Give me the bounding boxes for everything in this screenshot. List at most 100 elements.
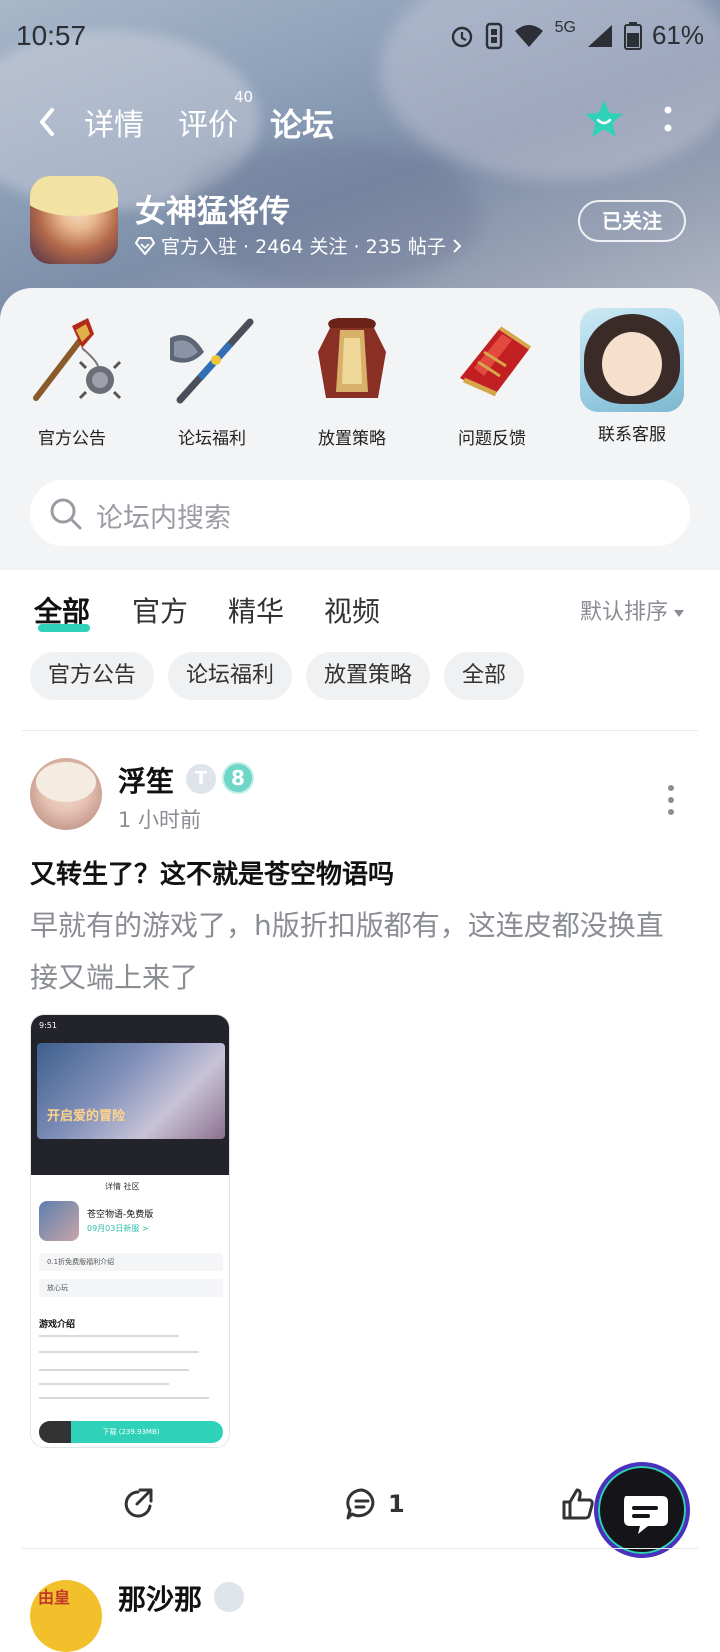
chat-bubble-icon bbox=[624, 1496, 668, 1534]
gauntlet-icon bbox=[460, 326, 532, 397]
share-button[interactable] bbox=[120, 1484, 156, 1524]
divider bbox=[22, 1548, 698, 1549]
screenshot-app-sub: 09月03日新服 > bbox=[87, 1224, 149, 1233]
wifi-icon bbox=[514, 24, 543, 47]
search-icon bbox=[50, 498, 82, 530]
topic-chips: 官方公告 论坛福利 放置策略 全部 bbox=[30, 652, 525, 700]
comment-button[interactable]: 1 bbox=[344, 1484, 405, 1524]
top-navigation: 详情 评价 40 论坛 bbox=[0, 88, 720, 152]
user-tier-badge bbox=[214, 1582, 244, 1612]
chat-fab-button[interactable] bbox=[594, 1462, 690, 1558]
category-feedback[interactable]: 问题反馈 bbox=[432, 308, 552, 449]
screenshot-app-icon bbox=[39, 1201, 79, 1241]
network-type: 5G bbox=[554, 18, 576, 36]
next-post-author[interactable]: 那沙那 bbox=[118, 1578, 202, 1618]
armor-icon bbox=[318, 318, 386, 398]
screenshot-text-line bbox=[39, 1351, 199, 1353]
post-more-icon[interactable] bbox=[664, 782, 678, 818]
verified-diamond-icon bbox=[135, 236, 155, 255]
forum-search-input[interactable]: 论坛内搜索 bbox=[30, 480, 690, 546]
author-avatar[interactable] bbox=[30, 758, 102, 830]
category-announcements[interactable]: 官方公告 bbox=[12, 308, 132, 449]
category-label: 放置策略 bbox=[318, 429, 386, 449]
screenshot-status-time: 9:51 bbox=[39, 1021, 57, 1030]
screenshot-section-title: 游戏介绍 bbox=[39, 1320, 76, 1330]
chip-welfare[interactable]: 论坛福利 bbox=[168, 652, 293, 700]
search-placeholder: 论坛内搜索 bbox=[96, 503, 231, 534]
character-avatar bbox=[580, 308, 684, 412]
screenshot-text-line bbox=[39, 1335, 179, 1337]
tab-details[interactable]: 详情 bbox=[84, 100, 144, 144]
screenshot-banner: 开启爱的冒险 bbox=[37, 1043, 225, 1139]
chevron-right-icon bbox=[453, 238, 462, 253]
chip-announcements[interactable]: 官方公告 bbox=[30, 652, 155, 700]
screenshot-download-label: 下载 (239.93MB) bbox=[102, 1428, 160, 1436]
category-label: 官方公告 bbox=[38, 429, 106, 449]
active-filter-indicator bbox=[38, 624, 90, 632]
screenshot-banner-text: 开启爱的冒险 bbox=[47, 1109, 126, 1124]
filter-tab-official[interactable]: 官方 bbox=[132, 590, 188, 630]
screenshot-body: 详情 社区 苍空物语-免费版 09月03日新服 > 0.1折免费版福利介绍 放心… bbox=[31, 1175, 229, 1447]
category-label: 联系客服 bbox=[598, 425, 666, 445]
comment-count: 1 bbox=[388, 1490, 405, 1518]
mace-icon bbox=[33, 318, 122, 401]
alarm-icon bbox=[451, 26, 472, 47]
more-options-icon[interactable] bbox=[660, 102, 676, 138]
post-filter-tabs: 全部 官方 精华 视频 默认排序 bbox=[0, 578, 720, 638]
chip-all[interactable]: 全部 bbox=[444, 652, 525, 700]
next-avatar-text: 由皇 bbox=[38, 1588, 71, 1607]
category-label: 论坛福利 bbox=[178, 429, 246, 449]
game-meta[interactable]: 官方入驻 · 2464 关注 · 235 帖子 bbox=[135, 232, 462, 259]
signal-icon bbox=[587, 24, 612, 47]
user-tier-badge: T bbox=[186, 764, 216, 794]
post-title[interactable]: 又转生了？这不就是苍空物语吗 bbox=[30, 854, 394, 891]
follow-button[interactable]: 已关注 bbox=[578, 200, 686, 242]
share-icon bbox=[124, 1488, 153, 1518]
thumbs-up-icon bbox=[562, 1488, 594, 1520]
sort-dropdown[interactable]: 默认排序 bbox=[580, 594, 684, 626]
user-level-badge: 8 bbox=[222, 762, 254, 794]
post-image-thumbnail[interactable]: 9:51 开启爱的冒险 详情 社区 苍空物语-免费版 09月03日新服 > 0.… bbox=[30, 1014, 230, 1448]
author-name[interactable]: 浮笙 bbox=[118, 760, 174, 800]
category-support[interactable]: 联系客服 bbox=[572, 308, 692, 445]
forum-card: 官方公告 论坛福利 放置策略 问题反馈 联系客服 论坛内搜索 bbox=[0, 288, 720, 570]
category-welfare[interactable]: 论坛福利 bbox=[152, 308, 272, 449]
screenshot-text-line bbox=[39, 1369, 189, 1371]
status-time: 10:57 bbox=[16, 20, 87, 51]
reviews-count-badge: 40 bbox=[234, 88, 254, 106]
tab-reviews[interactable]: 评价 bbox=[178, 100, 238, 144]
battery-level: 61% bbox=[651, 20, 704, 50]
halberd-icon bbox=[170, 318, 254, 404]
screenshot-row: 放心玩 bbox=[39, 1279, 223, 1297]
game-icon[interactable] bbox=[30, 176, 118, 264]
screenshot-app-name: 苍空物语-免费版 bbox=[87, 1210, 154, 1220]
filter-tab-video[interactable]: 视频 bbox=[324, 590, 380, 630]
screenshot-text-line bbox=[39, 1383, 169, 1385]
back-arrow-icon[interactable] bbox=[32, 102, 62, 142]
category-grid: 官方公告 论坛福利 放置策略 问题反馈 联系客服 bbox=[0, 308, 720, 449]
next-post-avatar[interactable]: 由皇 bbox=[30, 1580, 102, 1652]
screenshot-text-line bbox=[39, 1397, 209, 1399]
chip-strategy[interactable]: 放置策略 bbox=[306, 652, 431, 700]
screenshot-header: 9:51 开启爱的冒险 bbox=[31, 1015, 229, 1175]
status-bar: 10:57 5G 61% bbox=[0, 0, 720, 72]
post-timestamp: 1 小时前 bbox=[118, 808, 202, 832]
category-strategy[interactable]: 放置策略 bbox=[292, 308, 412, 449]
favorite-star-icon[interactable] bbox=[580, 96, 628, 144]
game-title: 女神猛将传 bbox=[135, 194, 290, 230]
game-info: 女神猛将传 官方入驻 · 2464 关注 · 235 帖子 已关注 bbox=[30, 176, 710, 266]
tab-forum[interactable]: 论坛 bbox=[270, 100, 334, 146]
sort-label: 默认排序 bbox=[579, 600, 668, 625]
screenshot-download-bar: 下载 (239.93MB) bbox=[39, 1421, 223, 1443]
caret-down-icon bbox=[674, 609, 684, 617]
divider bbox=[22, 730, 698, 731]
comment-icon bbox=[346, 1488, 375, 1520]
like-button[interactable] bbox=[560, 1484, 596, 1524]
data-icon bbox=[485, 22, 502, 49]
post-body[interactable]: 早就有的游戏了，h版折扣版都有，这连皮都没换直接又端上来了 bbox=[30, 900, 670, 1004]
battery-icon bbox=[623, 21, 642, 50]
filter-tab-featured[interactable]: 精华 bbox=[228, 590, 284, 630]
screenshot-tabs: 详情 社区 bbox=[105, 1182, 140, 1191]
category-label: 问题反馈 bbox=[458, 429, 526, 449]
status-icons: 5G 61% bbox=[449, 18, 704, 51]
